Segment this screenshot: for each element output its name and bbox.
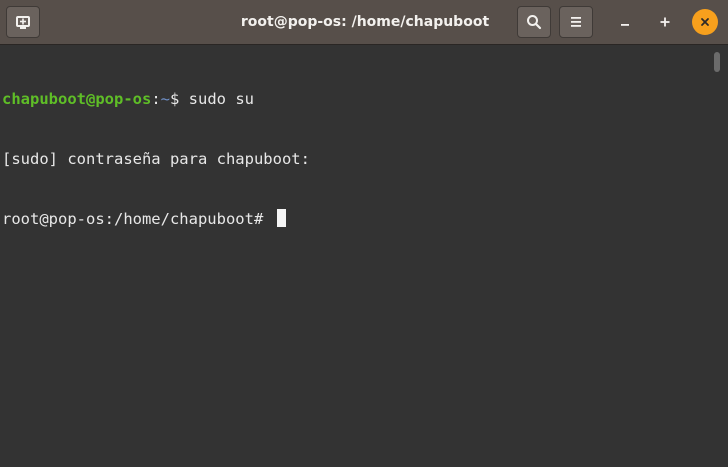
prompt-separator: : [151,90,161,108]
maximize-button[interactable] [652,9,678,35]
terminal-line: chapuboot@pop-os:~$ sudo su [2,89,712,109]
close-button[interactable] [692,9,718,35]
terminal-window: root@pop-os: /home/chapuboot chapuboot@p… [0,0,728,467]
prompt-symbol: $ [170,90,180,108]
search-icon [527,15,542,30]
root-prompt: root@pop-os:/home/chapuboot# [2,210,273,228]
terminal-line: root@pop-os:/home/chapuboot# [2,209,712,229]
minimize-icon [621,24,629,26]
header-bar: root@pop-os: /home/chapuboot [0,0,728,45]
minimize-button[interactable] [612,9,638,35]
terminal-line: [sudo] contraseña para chapuboot: [2,149,712,169]
sudo-password-prompt: [sudo] contraseña para chapuboot: [2,150,310,168]
text-cursor [276,209,286,227]
new-tab-icon [16,16,30,29]
search-button[interactable] [517,6,551,38]
close-icon [701,18,709,26]
hamburger-menu-icon [571,17,581,27]
scrollbar-thumb[interactable] [714,52,720,72]
menu-button[interactable] [559,6,593,38]
prompt-user-host: chapuboot@pop-os [2,90,152,108]
maximize-icon [660,17,670,27]
prompt-path: ~ [160,90,170,108]
terminal-output[interactable]: chapuboot@pop-os:~$ sudo su [sudo] contr… [0,45,712,467]
window-title: root@pop-os: /home/chapuboot [240,14,490,30]
command-text: sudo su [179,90,254,108]
new-tab-button[interactable] [6,6,40,38]
